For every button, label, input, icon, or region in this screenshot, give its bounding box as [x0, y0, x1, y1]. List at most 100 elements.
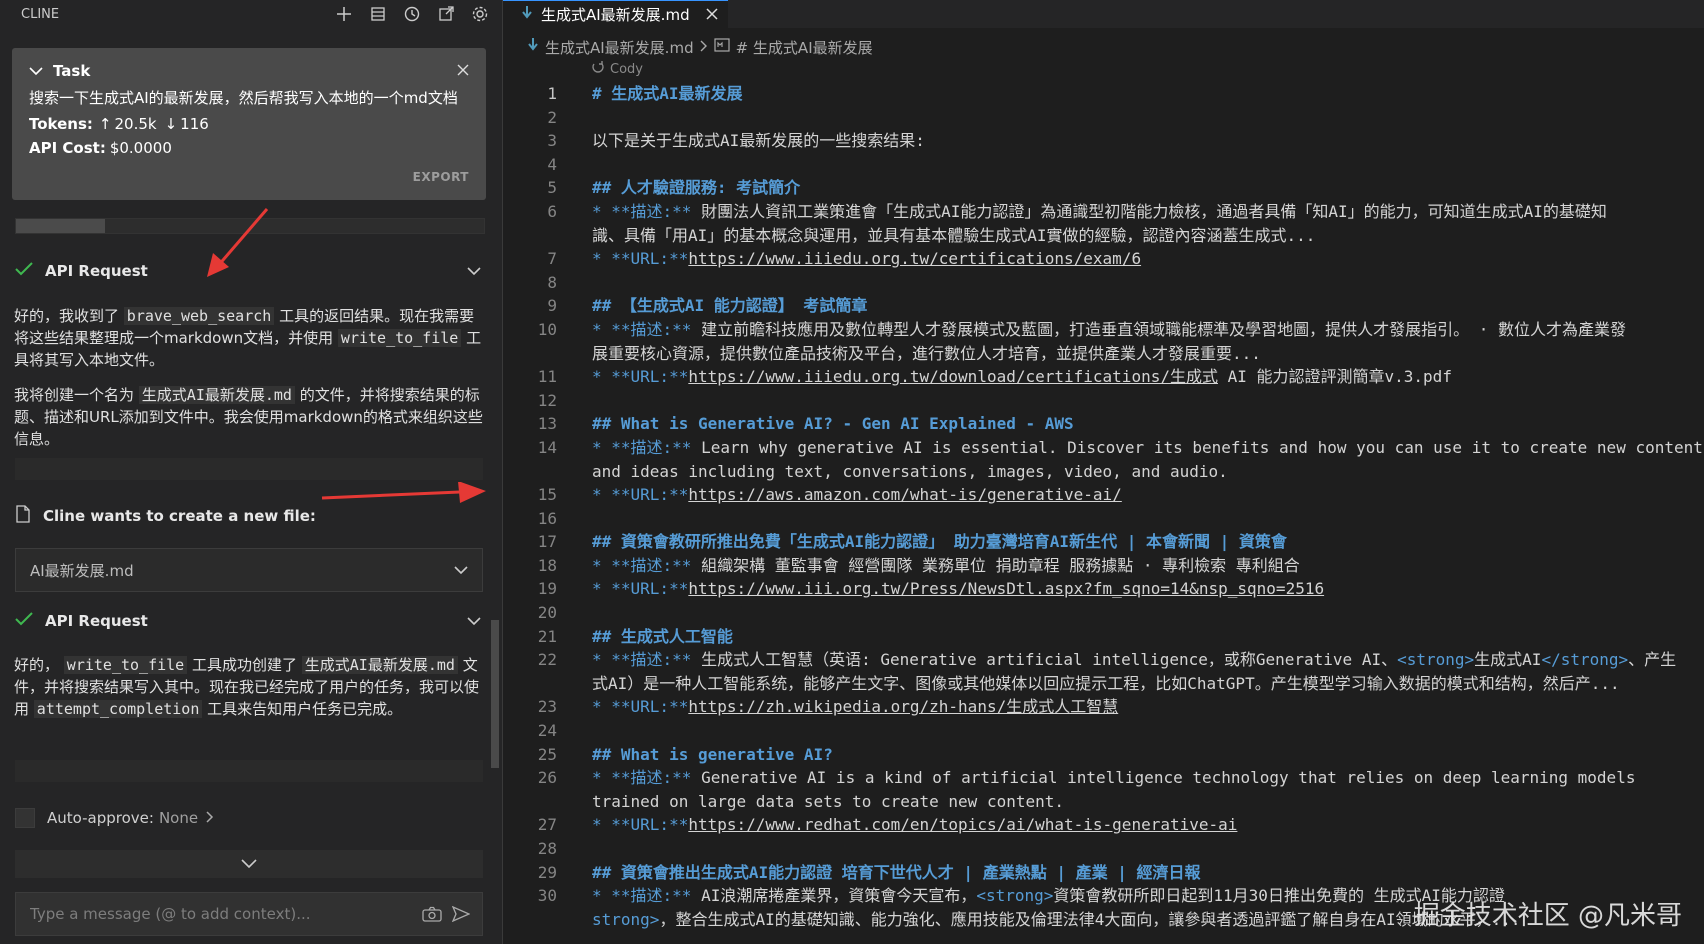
breadcrumb-file[interactable]: 生成式AI最新发展.md — [545, 37, 694, 58]
code-line[interactable]: trained on large data sets to create new… — [503, 790, 1704, 814]
chevron-down-icon[interactable] — [467, 612, 481, 630]
markdown-file-icon — [527, 37, 539, 57]
line-text: * **URL:**https://aws.amazon.com/what-is… — [592, 483, 1122, 507]
line-number — [503, 790, 557, 814]
cody-label: Cody — [610, 61, 643, 77]
chevron-down-icon[interactable] — [29, 62, 43, 80]
code-line[interactable]: 展重要核心資源，提供數位產品技術及平台，進行數位人才培育，並提供產業人才發展重要… — [503, 342, 1704, 366]
chevron-down-icon[interactable] — [467, 262, 481, 280]
code-line[interactable]: 22 * **描述:** 生成式人工智慧（英语: Generative artif… — [503, 648, 1704, 672]
url-link[interactable]: https://zh.wikipedia.org/zh-hans/生成式人工智慧 — [688, 697, 1118, 716]
line-content: trained on large data sets to create new… — [592, 791, 1065, 811]
panel-header: CLINE — [0, 0, 502, 28]
code-line[interactable]: 8 — [503, 271, 1704, 295]
code-line[interactable]: 12 — [503, 389, 1704, 413]
code-line[interactable]: 識、具備「用AI」的基本概念與運用，並具有基本體驗生成式AI實做的經驗，認證內容… — [503, 224, 1704, 248]
code-line[interactable]: 26 * **描述:** Generative AI is a kind of a… — [503, 766, 1704, 790]
code-line[interactable]: 23 * **URL:**https://zh.wikipedia.org/zh-… — [503, 695, 1704, 719]
markdown-bullet: * **描述:** — [592, 886, 692, 906]
task-card: Task 搜索一下生成式AI的最新发展，然后帮我写入本地的一个md文档 Toke… — [12, 48, 486, 200]
url-link[interactable]: https://www.redhat.com/en/topics/ai/what… — [688, 815, 1237, 834]
tokens-row: Tokens: ↑ 20.5k ↓ 116 — [29, 115, 469, 133]
code-line[interactable]: 14 * **描述:** Learn why generative AI is e… — [503, 436, 1704, 460]
code-line[interactable]: 20 — [503, 601, 1704, 625]
scroll-to-bottom-button[interactable] — [15, 850, 483, 878]
code-line[interactable]: 18 * **描述:** 組織架構 董監事會 經營團隊 業務單位 捐助章程 服務據… — [503, 554, 1704, 578]
code-line[interactable]: 19 * **URL:**https://www.iii.org.tw/Press… — [503, 577, 1704, 601]
line-number: 7 — [547, 249, 557, 269]
text-segment: 好的，我收到了 — [14, 307, 120, 325]
cody-codelens[interactable]: Cody — [591, 60, 643, 78]
url-link[interactable]: https://www.iiiedu.org.tw/download/certi… — [688, 367, 1218, 386]
popout-icon[interactable] — [436, 4, 456, 24]
api-response-text-3: 好的， write_to_file 工具成功创建了 生成式AI最新发展.md 文… — [14, 654, 484, 720]
mcp-servers-icon[interactable] — [368, 4, 388, 24]
code-line[interactable]: 17 ## 資策會教研所推出免費「生成式AI能力認證」 助力臺灣培育AI新生代 |… — [503, 530, 1704, 554]
line-text: * **URL:**https://zh.wikipedia.org/zh-ha… — [592, 695, 1118, 719]
heading-text: ## What is Generative AI? - Gen AI Expla… — [592, 414, 1074, 434]
auto-approve-row[interactable]: Auto-approve: None — [15, 808, 214, 828]
tab-active-file[interactable]: 生成式AI最新发展.md — [503, 0, 728, 28]
line-number: 16 — [537, 508, 557, 528]
code-line[interactable]: 7 * **URL:**https://www.iiiedu.org.tw/cer… — [503, 247, 1704, 271]
arrow-down-icon: ↓ — [164, 115, 178, 133]
send-icon[interactable] — [452, 906, 470, 922]
code-line[interactable]: 6 * **描述:** 財團法人資訊工業策進會「生成式AI能力認證」為通識型初階能… — [503, 200, 1704, 224]
code-line[interactable]: 15 * **URL:**https://aws.amazon.com/what-… — [503, 483, 1704, 507]
line-number: 17 — [537, 532, 557, 552]
url-link[interactable]: https://aws.amazon.com/what-is/generativ… — [688, 485, 1121, 504]
code-line[interactable]: 式AI）是一种人工智能系统，能够产生文字、图像或其他媒体以回应提示工程，比如Ch… — [503, 672, 1704, 696]
close-task-icon[interactable] — [457, 62, 469, 80]
code-line[interactable]: 11 * **URL:**https://www.iiiedu.org.tw/do… — [503, 365, 1704, 389]
settings-icon[interactable] — [470, 4, 490, 24]
code-line[interactable]: 24 — [503, 719, 1704, 743]
url-link[interactable]: https://www.iiiedu.org.tw/certifications… — [688, 249, 1141, 268]
api-request-header-2[interactable]: API Request — [15, 612, 481, 630]
code-line[interactable]: 2 — [503, 106, 1704, 130]
code-line[interactable]: 4 — [503, 153, 1704, 177]
line-content: 識、具備「用AI」的基本概念與運用，並具有基本體驗生成式AI實做的經驗，認證內容… — [592, 225, 1316, 245]
code-line[interactable]: 28 — [503, 837, 1704, 861]
code-line[interactable]: 1 # 生成式AI最新发展 — [503, 82, 1704, 106]
divider — [15, 760, 483, 782]
api-response-text-2: 我将创建一个名为 生成式AI最新发展.md 的文件，并将搜索结果的标题、描述和U… — [14, 384, 484, 450]
code-line[interactable]: 13 ## What is Generative AI? - Gen AI Exp… — [503, 412, 1704, 436]
heading-text: ## 【生成式AI 能力認證】 考試簡章 — [592, 296, 868, 316]
message-input[interactable] — [28, 904, 412, 924]
code-line[interactable]: 16 — [503, 507, 1704, 531]
line-text: * **描述:** 生成式人工智慧（英语: Generative artific… — [592, 648, 1676, 672]
code-line[interactable]: 29 ## 資策會推出生成式AI能力認證 培育下世代人才 | 產業熱點 | 產業 … — [503, 861, 1704, 885]
code-line[interactable]: 27 * **URL:**https://www.redhat.com/en/to… — [503, 813, 1704, 837]
heading-text: ## What is generative AI? — [592, 744, 833, 764]
markdown-bullet: * **URL:** — [592, 579, 689, 599]
code-line[interactable]: 5 ## 人才驗證服務: 考試簡介 — [503, 176, 1704, 200]
url-link[interactable]: https://www.iii.org.tw/Press/NewsDtl.asp… — [688, 579, 1324, 598]
markdown-bullet: * **描述:** — [592, 650, 692, 670]
line-number: 26 — [537, 768, 557, 788]
camera-icon[interactable] — [422, 906, 442, 922]
line-number: 22 — [537, 650, 557, 670]
code-line[interactable]: 21 ## 生成式人工智能 — [503, 625, 1704, 649]
breadcrumb-symbol[interactable]: # 生成式AI最新发展 — [736, 37, 873, 58]
line-number: 24 — [537, 721, 557, 741]
close-tab-icon[interactable] — [706, 6, 718, 24]
markdown-file-icon — [521, 5, 533, 25]
line-number: 5 — [547, 178, 557, 198]
code-editor[interactable]: 1 # 生成式AI最新发展 2 3 以下是关于生成式AI最新发展的一些搜索结果: 4 5 ##… — [503, 82, 1704, 944]
export-button[interactable]: EXPORT — [413, 170, 469, 184]
cody-icon — [591, 60, 605, 78]
new-task-icon[interactable] — [334, 4, 354, 24]
line-content: 建立前瞻科技應用及數位轉型人才發展模式及藍圖，打造垂直領域職能標準及學習地圖，提… — [691, 319, 1626, 339]
new-file-icon — [15, 505, 31, 527]
code-line[interactable]: 3 以下是关于生成式AI最新发展的一些搜索结果: — [503, 129, 1704, 153]
new-file-dropdown[interactable]: AI最新发展.md — [15, 548, 483, 592]
code-line[interactable]: and ideas including text, conversations,… — [503, 460, 1704, 484]
line-content: AI浪潮席捲產業界，資策會今天宣布， — [691, 886, 977, 906]
code-line[interactable]: 25 ## What is generative AI? — [503, 743, 1704, 767]
history-icon[interactable] — [402, 4, 422, 24]
auto-approve-checkbox[interactable] — [15, 808, 35, 828]
code-line[interactable]: 9 ## 【生成式AI 能力認證】 考試簡章 — [503, 294, 1704, 318]
panel-scrollbar[interactable] — [491, 620, 499, 768]
code-line[interactable]: 10 * **描述:** 建立前瞻科技應用及數位轉型人才發展模式及藍圖，打造垂直領… — [503, 318, 1704, 342]
inline-code: attempt_completion — [33, 700, 203, 718]
